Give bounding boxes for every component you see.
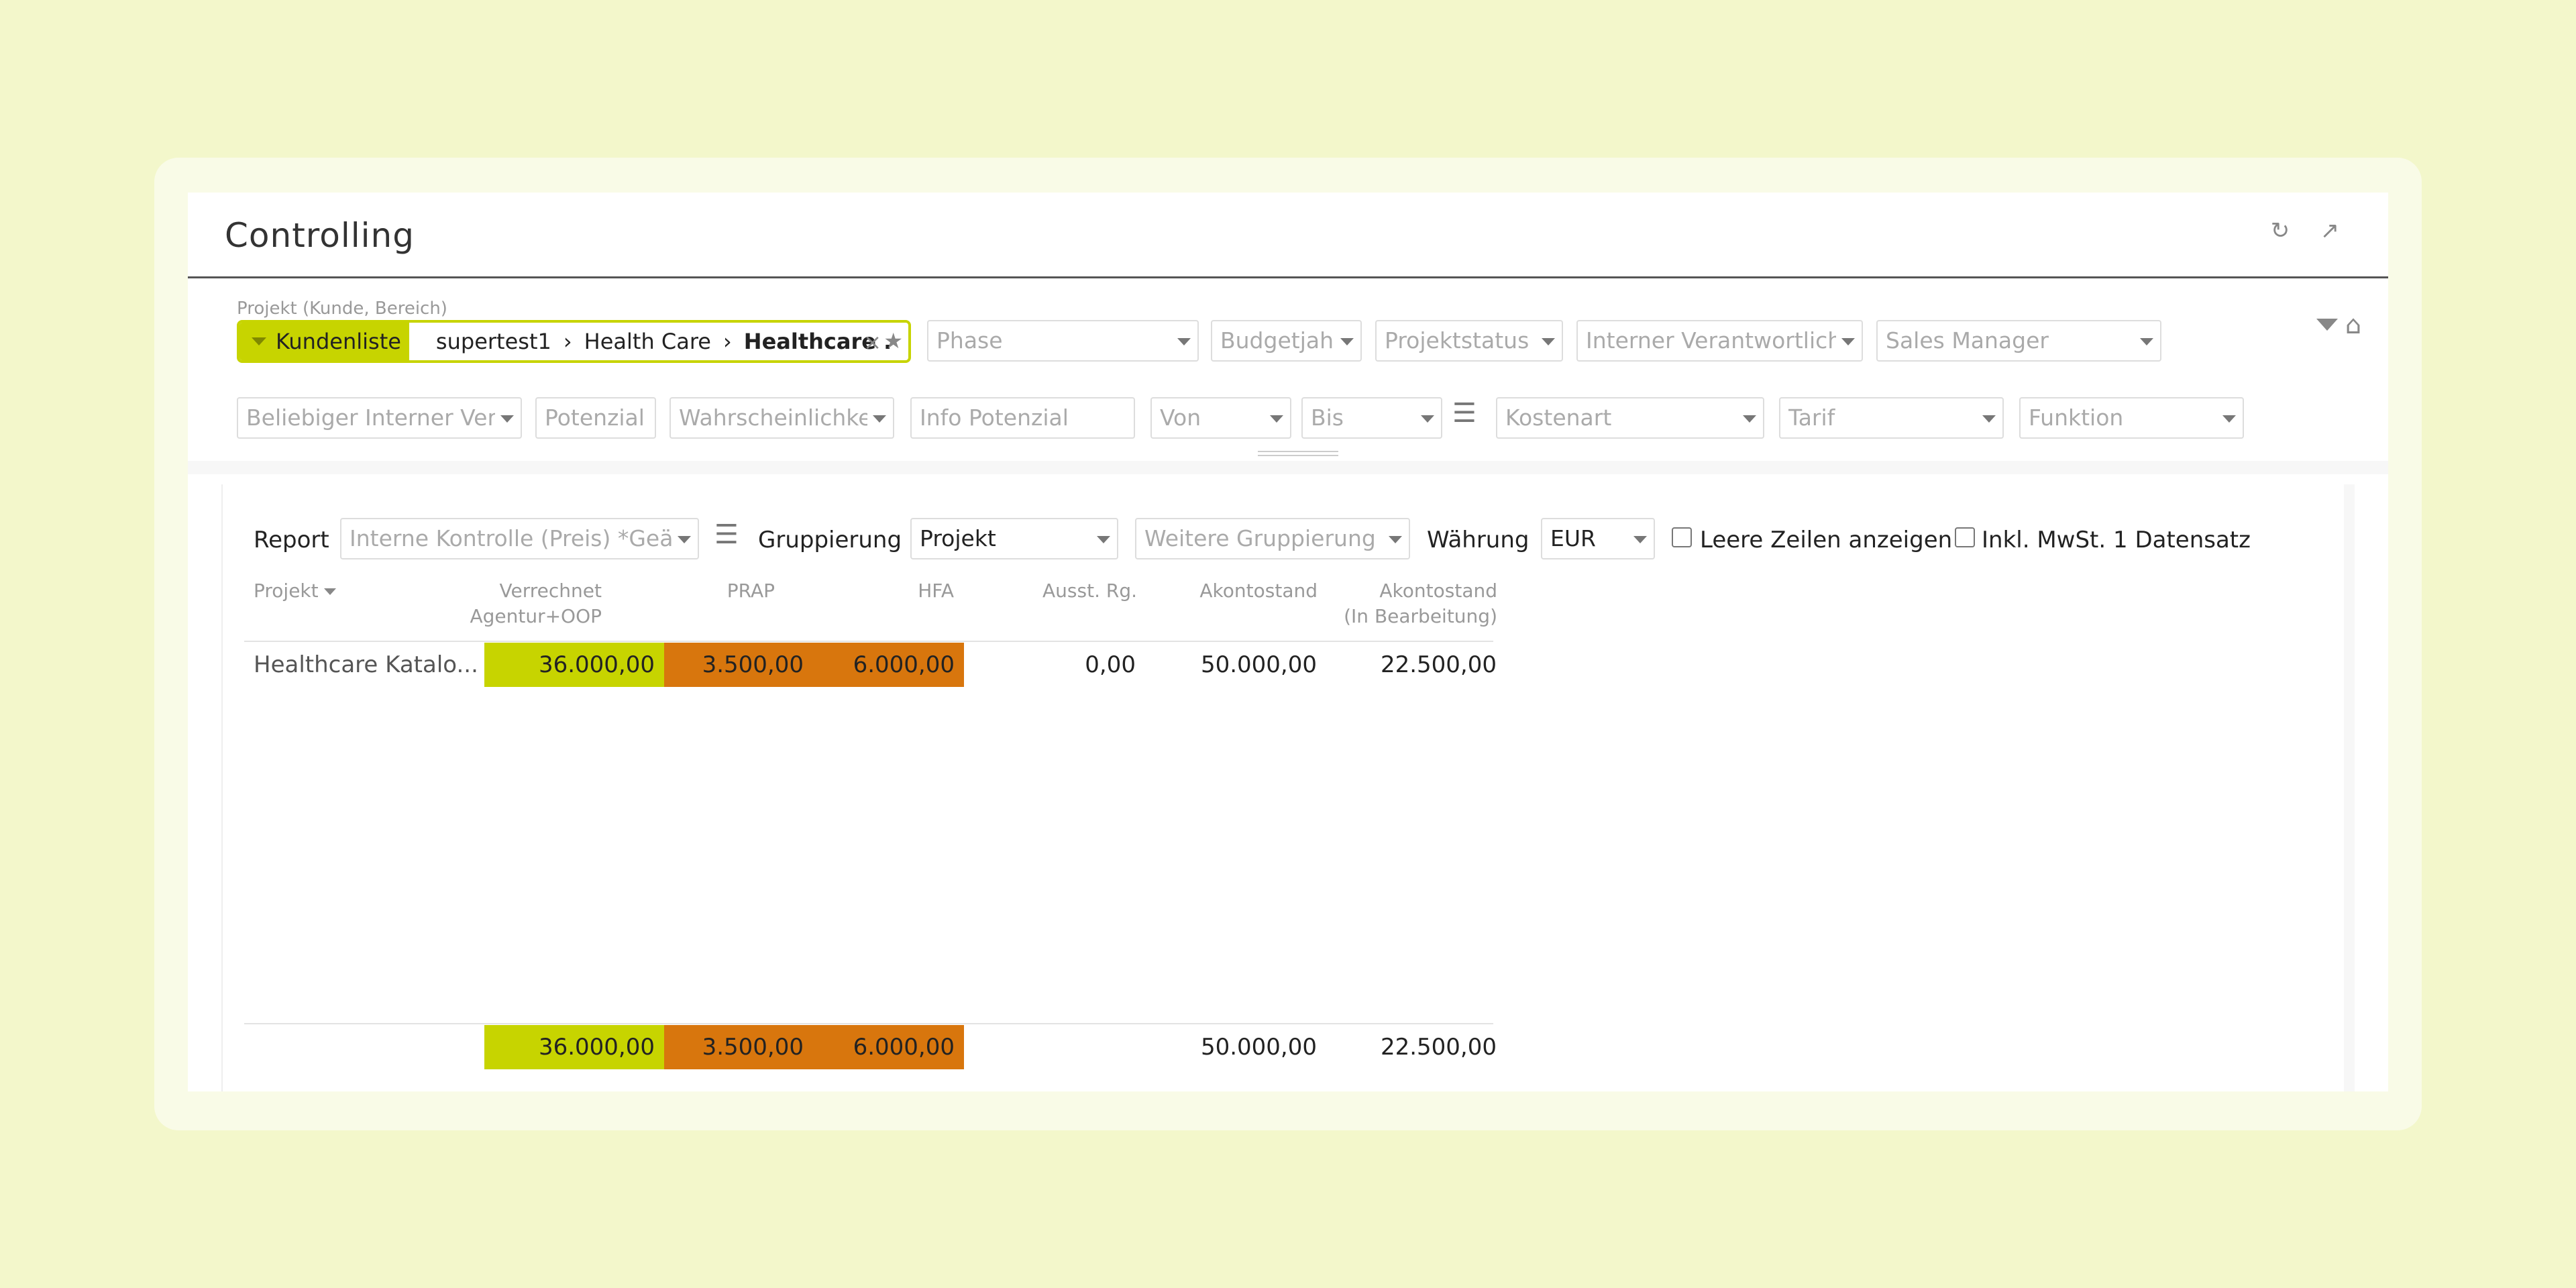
wahrscheinlichkeit-select[interactable]: Wahrscheinlichke — [669, 397, 894, 439]
table-row-ausst: 0,00 — [1085, 651, 1136, 678]
total-akontostand: 50.000,00 — [1200, 1034, 1317, 1061]
leere-zeilen-checkbox[interactable] — [1672, 527, 1692, 547]
tarif-select[interactable]: Tarif — [1779, 397, 2004, 439]
table-row-projekt[interactable]: Healthcare Katalo... — [244, 643, 483, 687]
chevron-down-icon — [1633, 536, 1647, 543]
col-header-prap[interactable]: PRAP — [625, 578, 775, 604]
chevron-down-icon — [1982, 415, 1996, 423]
total-akontostand-bearbeitung: 22.500,00 — [1380, 1034, 1497, 1061]
home-icon[interactable]: ⌂ — [2345, 310, 2361, 339]
project-filter-input[interactable]: Kundenliste supertest1 › Health Care › H… — [237, 320, 911, 363]
chevron-down-icon — [873, 415, 886, 423]
total-prap: 3.500,00 — [664, 1025, 813, 1069]
record-count: 1 Datensatz — [2113, 527, 2251, 553]
chevron-down-icon — [1177, 338, 1191, 345]
chevron-down-icon — [252, 337, 266, 345]
col-header-ausst[interactable]: Ausst. Rg. — [961, 578, 1137, 604]
crumb-separator: › — [563, 329, 572, 354]
sort-down-icon — [323, 588, 336, 595]
waehrung-select[interactable]: EUR — [1541, 518, 1655, 559]
title-divider — [188, 276, 2388, 278]
table-row-hfa: 6.000,00 — [813, 643, 964, 687]
list-icon[interactable]: ☰ — [1452, 398, 1477, 429]
chevron-down-icon — [1389, 536, 1402, 543]
chevron-down-icon — [1097, 536, 1110, 543]
header-icons: ↻ ↗ — [2269, 219, 2341, 242]
list-icon[interactable]: ☰ — [714, 519, 739, 550]
report-area: Report Interne Kontrolle (Preis) *Geär ☰… — [221, 484, 2355, 1091]
collapse-filters-icon[interactable] — [2316, 319, 2338, 331]
weitere-gruppierung-select[interactable]: Weitere Gruppierung — [1135, 518, 1410, 559]
kundenliste-label: Kundenliste — [276, 329, 401, 354]
bis-date-select[interactable]: Bis — [1301, 397, 1442, 439]
leere-zeilen-label: Leere Zeilen anzeigen — [1700, 527, 1953, 553]
chevron-down-icon — [1743, 415, 1756, 423]
interner-verantwortlicher-select[interactable]: Interner Verantwortlich — [1576, 320, 1863, 362]
col-header-akontostand[interactable]: Akontostand — [1148, 578, 1318, 604]
crumb-customer: supertest1 — [435, 329, 551, 354]
chevron-down-icon — [2222, 415, 2236, 423]
kostenart-select[interactable]: Kostenart — [1496, 397, 1764, 439]
total-hfa: 6.000,00 — [813, 1025, 964, 1069]
inkl-mwst-label: Inkl. MwSt. — [1982, 527, 2106, 553]
clear-icon[interactable]: × — [863, 329, 881, 355]
report-label: Report — [254, 527, 329, 553]
potenzial-input[interactable]: Potenzial — [535, 397, 656, 439]
expand-icon[interactable]: ↗ — [2318, 219, 2341, 242]
header-divider — [244, 641, 1493, 642]
project-filter-label: Projekt (Kunde, Bereich) — [237, 299, 447, 319]
gruppierung-select[interactable]: Projekt — [910, 518, 1118, 559]
crumb-area: Health Care — [584, 329, 711, 354]
table-row-prap: 3.500,00 — [664, 643, 813, 687]
col-header-akontostand-bearbeitung[interactable]: Akontostand (In Bearbeitung) — [1323, 578, 1497, 629]
phase-select[interactable]: Phase — [927, 320, 1199, 362]
chevron-down-icon — [500, 415, 514, 423]
controlling-panel: Controlling ↻ ↗ Projekt (Kunde, Bereich)… — [188, 193, 2388, 1091]
filter-divider — [188, 461, 2388, 474]
chevron-down-icon — [1542, 338, 1555, 345]
refresh-icon[interactable]: ↻ — [2269, 219, 2292, 242]
totals-divider — [244, 1023, 1493, 1024]
waehrung-label: Währung — [1427, 527, 1529, 553]
sales-manager-select[interactable]: Sales Manager — [1876, 320, 2161, 362]
info-potenzial-input[interactable]: Info Potenzial — [910, 397, 1135, 439]
von-date-select[interactable]: Von — [1150, 397, 1291, 439]
beliebiger-interner-select[interactable]: Beliebiger Interner Ver — [237, 397, 522, 439]
chevron-down-icon — [678, 536, 691, 543]
page-title: Controlling — [225, 216, 415, 255]
projektstatus-select[interactable]: Projektstatus — [1375, 320, 1563, 362]
project-breadcrumb: supertest1 › Health Care › Healthcare . — [436, 329, 892, 354]
chevron-down-icon — [1421, 415, 1434, 423]
report-select[interactable]: Interne Kontrolle (Preis) *Geär — [340, 518, 699, 559]
chevron-down-icon — [1841, 338, 1855, 345]
table-row-verrechnet: 36.000,00 — [484, 643, 664, 687]
table-row-akontostand: 50.000,00 — [1200, 651, 1317, 678]
inkl-mwst-checkbox[interactable] — [1955, 527, 1975, 547]
resize-handle[interactable] — [1258, 451, 1338, 456]
chevron-down-icon — [1340, 338, 1354, 345]
col-header-projekt[interactable]: Projekt — [254, 578, 336, 604]
budgetjahr-select[interactable]: Budgetjah — [1211, 320, 1362, 362]
total-verrechnet: 36.000,00 — [484, 1025, 664, 1069]
chevron-down-icon — [1270, 415, 1283, 423]
col-header-hfa[interactable]: HFA — [806, 578, 954, 604]
kundenliste-toggle[interactable]: Kundenliste — [239, 323, 409, 360]
chevron-down-icon — [2140, 338, 2153, 345]
table-row-akontostand-bearbeitung: 22.500,00 — [1380, 651, 1497, 678]
star-icon[interactable]: ★ — [883, 328, 903, 354]
col-header-verrechnet[interactable]: Verrechnet Agentur+OOP — [431, 578, 602, 629]
gruppierung-label: Gruppierung — [758, 527, 902, 553]
crumb-separator: › — [722, 329, 732, 354]
funktion-select[interactable]: Funktion — [2019, 397, 2244, 439]
